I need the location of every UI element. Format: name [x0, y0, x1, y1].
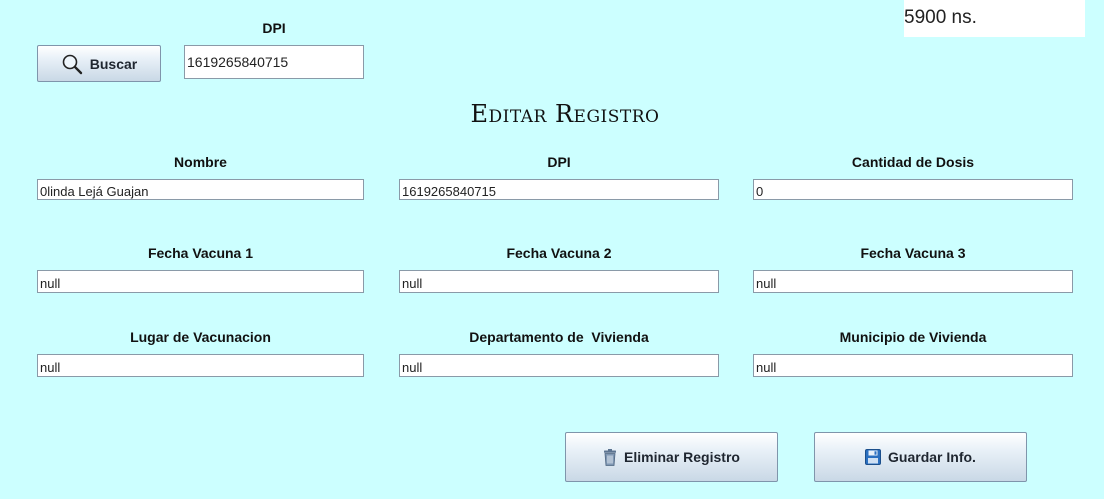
lugar-vacunacion-label: Lugar de Vacunacion — [130, 329, 271, 345]
fecha-vacuna-3-input[interactable] — [753, 270, 1073, 293]
search-icon — [61, 53, 83, 75]
fecha-vacuna-2-label: Fecha Vacuna 2 — [506, 245, 612, 261]
dpi-input[interactable] — [399, 179, 719, 200]
fecha-vacuna-1-label: Fecha Vacuna 1 — [147, 245, 254, 261]
fecha-vacuna-2-input[interactable] — [399, 270, 719, 293]
departamento-vivienda-label: Departamento de Vivienda — [469, 329, 649, 345]
nombre-input[interactable] — [37, 179, 364, 200]
save-info-button[interactable]: Guardar Info. — [814, 432, 1027, 482]
search-dpi-label: DPI — [262, 20, 286, 36]
trash-icon — [603, 448, 617, 466]
fecha-vacuna-1-input[interactable] — [37, 270, 364, 293]
delete-record-button[interactable]: Eliminar Registro — [565, 432, 778, 482]
delete-record-label: Eliminar Registro — [624, 449, 740, 465]
page-title: Editar Registro — [470, 100, 660, 128]
floppy-disk-icon — [865, 449, 882, 465]
search-button-label: Buscar — [89, 55, 138, 72]
search-button[interactable]: Buscar — [37, 45, 161, 82]
search-dpi-input[interactable] — [184, 45, 364, 79]
departamento-vivienda-input[interactable] — [399, 354, 719, 377]
nombre-label: Nombre — [174, 154, 227, 170]
elapsed-time-text: 5900 ns. — [904, 7, 977, 28]
dpi-label: DPI — [547, 154, 571, 170]
elapsed-time-label: 5900 ns. — [904, 0, 1085, 37]
cantidad-dosis-input[interactable] — [753, 179, 1073, 200]
fecha-vacuna-3-label: Fecha Vacuna 3 — [860, 245, 966, 261]
municipio-vivienda-input[interactable] — [753, 354, 1073, 377]
lugar-vacunacion-input[interactable] — [37, 354, 364, 377]
cantidad-dosis-label: Cantidad de Dosis — [851, 154, 975, 170]
municipio-vivienda-label: Municipio de Vivienda — [839, 329, 987, 345]
save-info-label: Guardar Info. — [888, 449, 976, 465]
